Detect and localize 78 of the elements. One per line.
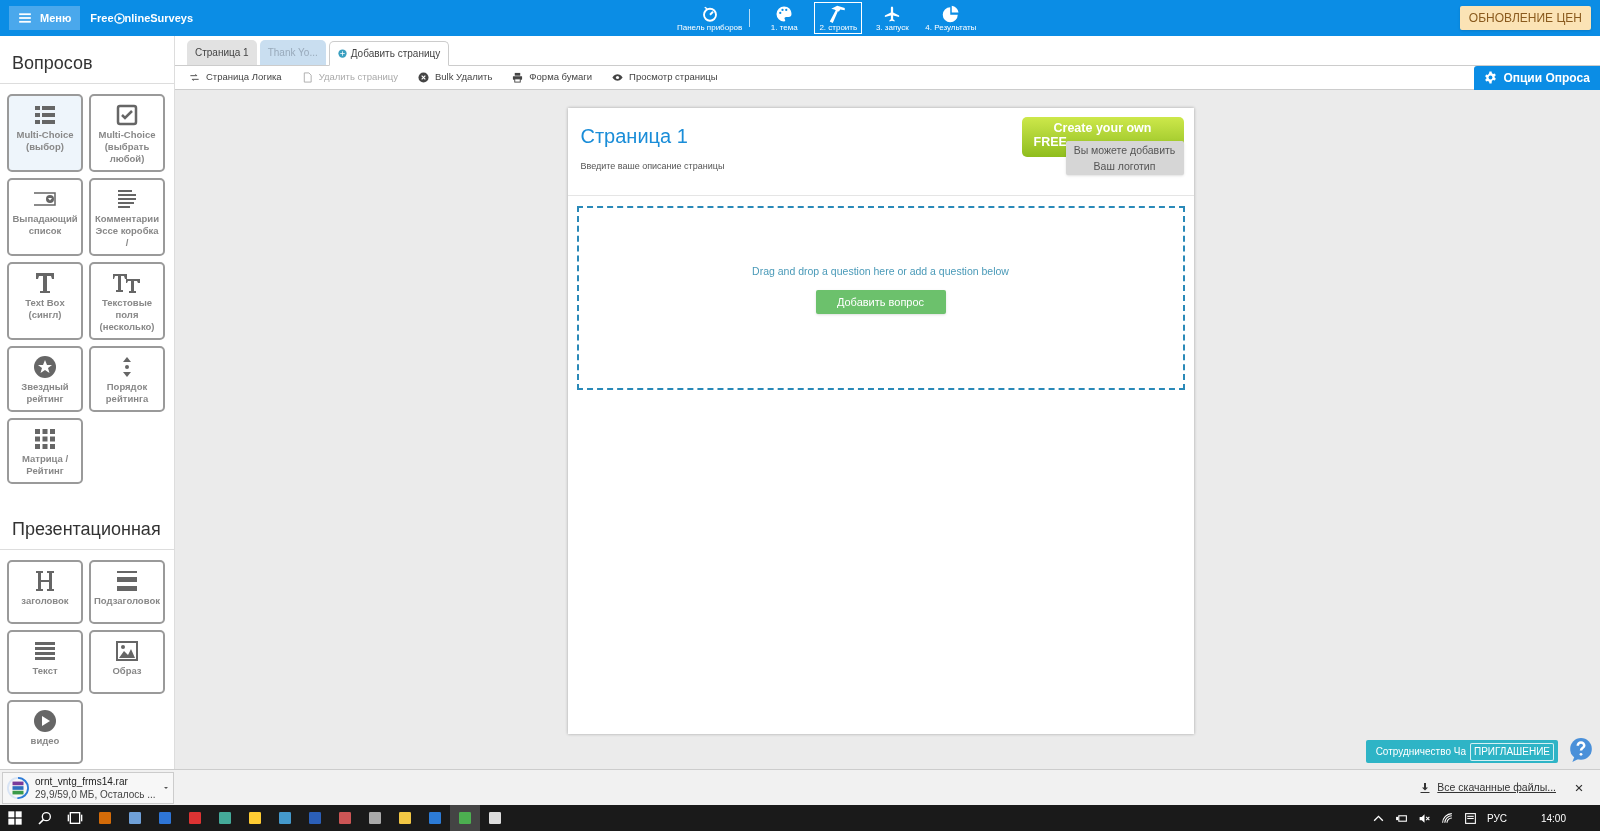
question-type-button[interactable]: видео: [7, 700, 83, 764]
step-tab[interactable]: 3. запуск: [868, 2, 917, 34]
timer-icon: [700, 4, 719, 23]
all-downloads-link[interactable]: Все скачанные файлы...: [1419, 779, 1556, 796]
heading-icon: [34, 569, 56, 593]
plus-circle-icon: [337, 49, 347, 58]
document-icon: [301, 72, 313, 83]
question-type-button[interactable]: Выпадающий список: [7, 178, 83, 256]
question-type-button[interactable]: Текст: [7, 630, 83, 694]
grid-icon: [33, 427, 57, 451]
play-circle-icon: [113, 12, 125, 24]
help-icon[interactable]: [1568, 737, 1594, 763]
drop-hint: Drag and drop a question here or add a question below: [752, 264, 1009, 279]
question-type-button[interactable]: Образ: [89, 630, 165, 694]
step-tab[interactable]: 4. Результаты: [922, 2, 980, 34]
page-tab[interactable]: Добавить страницу: [328, 41, 450, 66]
question-type-button[interactable]: Текстовые поля (несколько): [89, 262, 165, 340]
step-tab[interactable]: 2. строить: [814, 2, 863, 34]
text-lines-icon: [115, 187, 139, 211]
toolbar-button[interactable]: Форма бумаги: [512, 70, 593, 85]
download-icon: [1419, 781, 1432, 794]
menu-icon: [18, 11, 32, 25]
question-type-button[interactable]: Multi-Choice (выбрать любой): [89, 94, 165, 172]
checkbox-icon: [115, 103, 139, 127]
list-icon: [33, 103, 57, 127]
section-title: Презентационная: [0, 502, 174, 550]
question-type-button[interactable]: Multi-Choice (выбор): [7, 94, 83, 172]
speaker-muted-icon: [1417, 811, 1431, 825]
logo-text: Free: [90, 10, 114, 26]
logo-tooltip: Вы можете добавить Ваш логотип: [1065, 141, 1184, 175]
question-type-button[interactable]: Звездный рейтинг: [7, 346, 83, 412]
text-icon: [112, 271, 142, 295]
question-type-button[interactable]: Матрица / Рейтинг: [7, 418, 83, 484]
caret-icon: [163, 784, 169, 791]
question-type-button[interactable]: Подзаголовок: [89, 560, 165, 624]
step-tab[interactable]: Панель приборов: [674, 2, 746, 34]
page-tab[interactable]: Страница 1: [187, 40, 257, 65]
airplane-icon: [883, 4, 902, 23]
clock[interactable]: 14:00: [1540, 810, 1566, 826]
collaboration-label: Сотрудничество Ча: [1375, 745, 1466, 759]
close-circle-icon: [417, 72, 429, 83]
play-icon: [33, 709, 57, 733]
text-icon: [34, 271, 56, 295]
logo-text: nlineSurveys: [124, 10, 194, 26]
toolbar-button[interactable]: Страница Логика: [189, 70, 282, 85]
eye-icon: [612, 72, 624, 83]
toolbar-button[interactable]: Bulk Удалить: [417, 70, 493, 85]
page-title: Страница 1: [580, 124, 688, 148]
language-indicator[interactable]: РУС: [1486, 810, 1507, 826]
notification-icon: [1463, 811, 1477, 825]
toolbar-button[interactable]: Просмотр страницы: [612, 70, 718, 85]
menu-button[interactable]: Меню: [9, 6, 81, 30]
question-type-button[interactable]: Комментарии Эссе коробка /: [89, 178, 165, 256]
download-item[interactable]: ornt_vntg_frms14.rar 29,9/59,0 МБ, Осталось ...: [2, 771, 174, 804]
close-icon: [1574, 782, 1584, 793]
question-type-button[interactable]: Порядок рейтинга: [89, 346, 165, 412]
section-title: Вопросов: [0, 36, 174, 84]
arrows-icon: [189, 72, 200, 83]
question-type-button[interactable]: Text Box (сингл): [7, 262, 83, 340]
hammer-icon: [829, 4, 848, 23]
wifi-icon: [1440, 811, 1454, 825]
question-type-button[interactable]: заголовок: [7, 560, 83, 624]
printer-icon: [512, 72, 524, 83]
image-icon: [115, 639, 139, 663]
settings-icon: [1484, 71, 1498, 84]
drop-zone[interactable]: Drag and drop a question here or add a question below Добавить вопрос: [576, 206, 1185, 390]
upgrade-button[interactable]: ОБНОВЛЕНИЕ ЦЕН: [1459, 6, 1591, 30]
pie-chart-icon: [941, 4, 960, 23]
subheading-icon: [115, 569, 139, 593]
download-status-text: 29,9/59,0 МБ, Осталось ...: [35, 787, 156, 801]
file-name: ornt_vntg_frms14.rar: [35, 774, 129, 788]
step-tab[interactable]: 1. тема: [760, 2, 809, 34]
paragraph-icon: [33, 639, 57, 663]
page-description: Введите ваше описание страницы: [580, 160, 725, 173]
invite-button[interactable]: ПРИГЛАШЕНИЕ: [1469, 742, 1554, 761]
palette-icon: [775, 4, 794, 23]
add-question-button[interactable]: Добавить вопрос: [815, 289, 946, 314]
survey-options-button[interactable]: Опции Опроса: [1474, 65, 1600, 90]
